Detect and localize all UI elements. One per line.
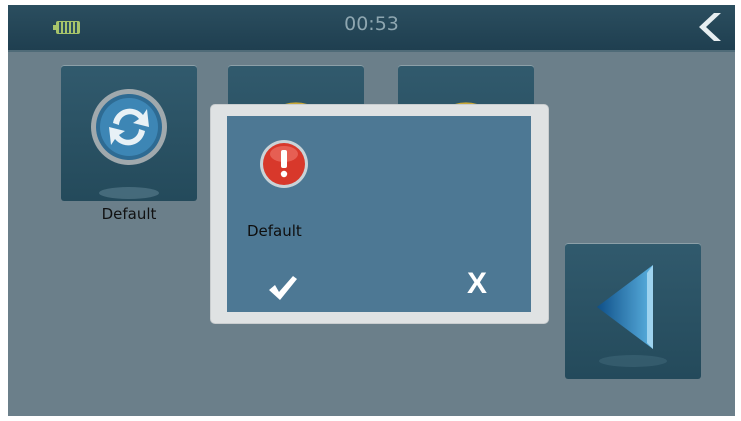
checkmark-icon bbox=[269, 276, 297, 300]
status-bar: 00:53 bbox=[8, 5, 735, 52]
cancel-button[interactable]: X bbox=[467, 266, 497, 302]
back-arrow-icon bbox=[597, 265, 667, 367]
warning-icon bbox=[260, 140, 308, 188]
refresh-icon bbox=[91, 89, 167, 199]
clock: 00:53 bbox=[344, 13, 399, 35]
dialog-panel: Default X bbox=[227, 116, 531, 312]
tile-back[interactable] bbox=[565, 243, 701, 379]
tile-default[interactable] bbox=[61, 65, 197, 201]
confirm-button[interactable] bbox=[265, 274, 299, 302]
tile-label-default: Default bbox=[101, 205, 157, 223]
chevron-left-icon[interactable] bbox=[697, 11, 727, 43]
confirm-dialog: Default X bbox=[211, 105, 548, 323]
device-screen: 00:53 Default Default X bbox=[8, 5, 735, 416]
dialog-message: Default bbox=[247, 222, 302, 240]
